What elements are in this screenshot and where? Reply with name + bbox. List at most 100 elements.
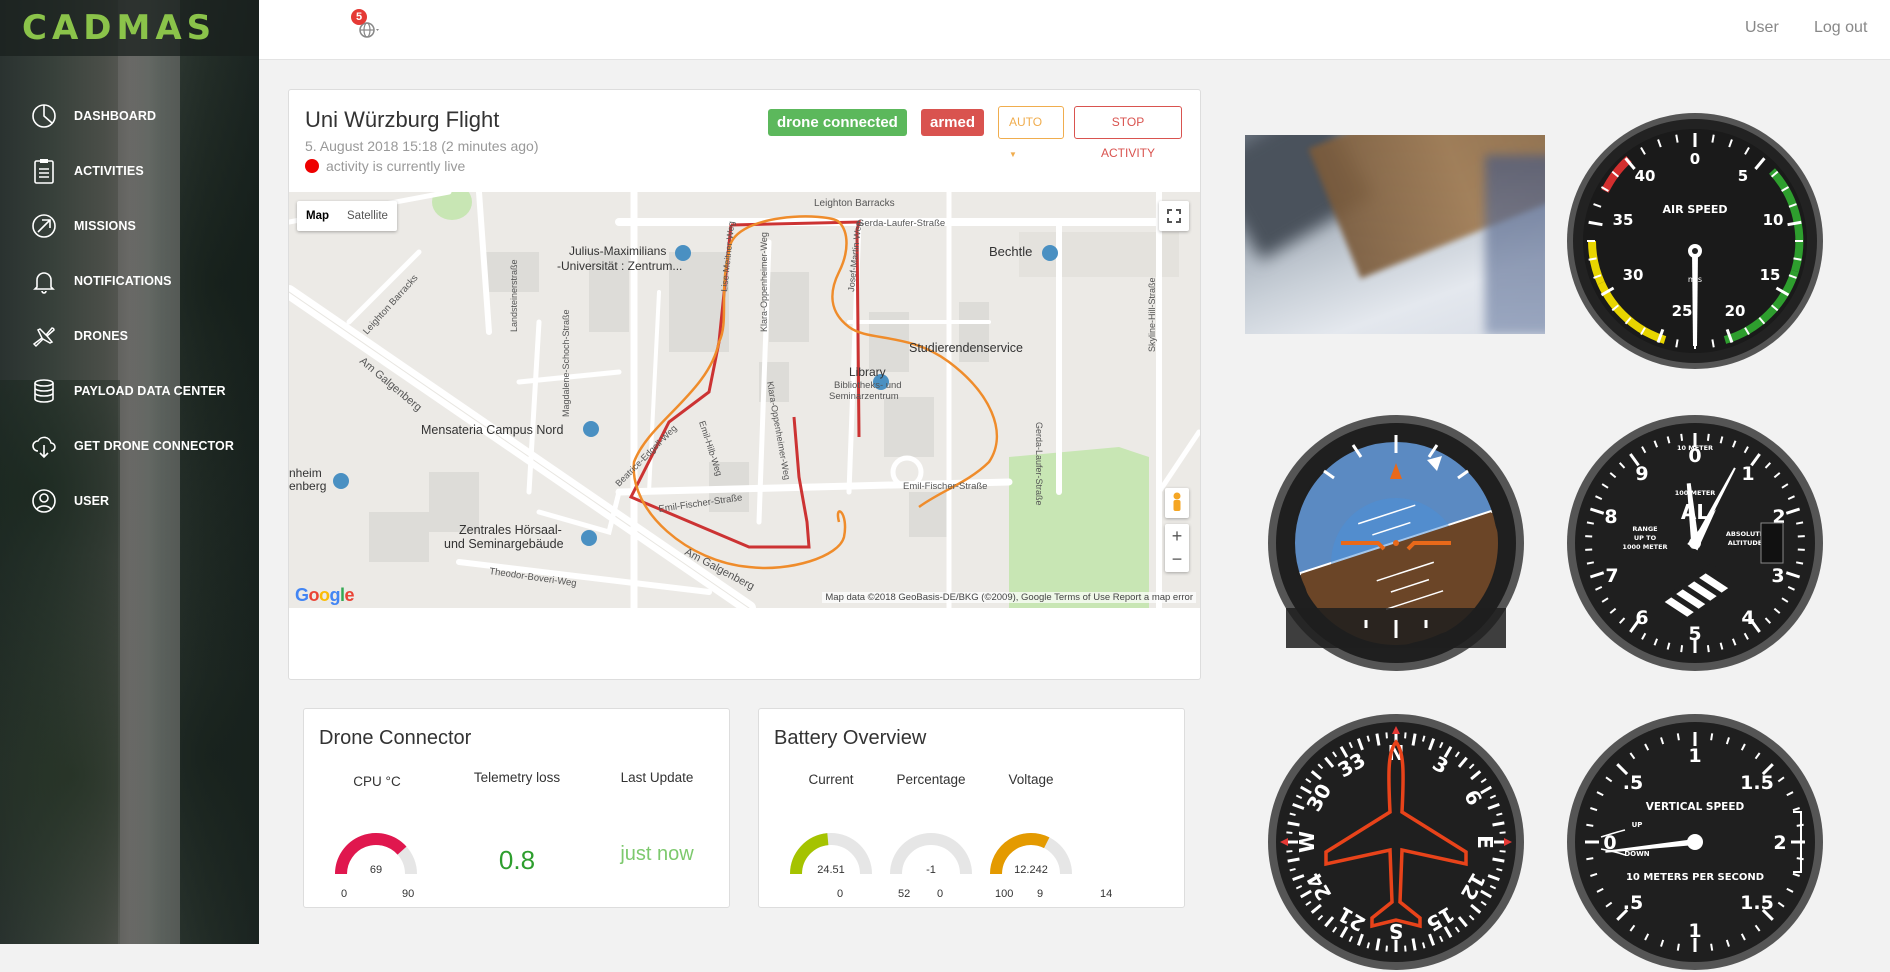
vario-tick-label: 2 [1773, 832, 1786, 854]
map-label: Klara-Oppenheimer-Weg [759, 232, 769, 332]
vario-title: VERTICAL SPEED [1646, 801, 1745, 813]
app-logo[interactable]: CADMAS [22, 8, 216, 48]
minor-tick [1586, 825, 1593, 826]
flight-date: 5. August 2018 15:18 (2 minutes ago) [305, 138, 539, 154]
sidebar-item-label: USER [74, 494, 109, 508]
map-label: Leighton Barracks [814, 198, 895, 209]
vertical-speed-indicator: 1 1.5 2 1.5 1 .5 0 .5 VERTICAL SPEED 10 … [1565, 712, 1825, 972]
minor-tick [1711, 944, 1712, 951]
minor-tick [1793, 258, 1801, 259]
sidebar-item-user[interactable]: USER [0, 473, 259, 528]
sidebar-item-label: GET DRONE CONNECTOR [74, 439, 234, 453]
sidebar-item-label: MISSIONS [74, 219, 136, 233]
vario-subtitle: 10 METERS PER SECOND [1626, 872, 1764, 883]
user-link[interactable]: User [1745, 19, 1779, 37]
battery-percentage-min: 0 [937, 888, 943, 900]
map-label: Julius-Maximilians [569, 244, 666, 258]
map-type-satellite-button[interactable]: Satellite [338, 201, 397, 231]
battery-voltage-gauge: 12.242 [988, 830, 1074, 880]
minor-tick [1708, 645, 1709, 652]
altimeter-label: 10 METER [1677, 444, 1713, 452]
vario-tick-label: 1 [1688, 920, 1701, 942]
mode-dropdown-button[interactable]: AUTO ▼ [998, 106, 1064, 139]
map-label: nheim [289, 466, 322, 480]
minor-tick [1708, 434, 1709, 441]
minor-tick [1711, 733, 1712, 740]
map-label: enberg [289, 479, 326, 493]
map-attribution[interactable]: Map data ©2018 GeoBasis-DE/BKG (©2009), … [822, 592, 1196, 603]
sidebar-item-dashboard[interactable]: DASHBOARD [0, 88, 259, 143]
caret-down-icon: ▼ [1009, 150, 1017, 159]
drone-connected-badge: drone connected [768, 109, 907, 136]
drone-video-feed[interactable] [1245, 135, 1545, 334]
altimeter-tick-label: 3 [1771, 565, 1784, 587]
minor-tick [1405, 732, 1406, 738]
minor-tick [1681, 434, 1682, 441]
altimeter-tick-label: 8 [1604, 506, 1617, 528]
battery-overview-title: Battery Overview [774, 727, 926, 750]
heading-tick-label: E [1473, 835, 1497, 849]
major-tick [1377, 734, 1379, 746]
altimeter-label: ALTITUDE [1728, 539, 1763, 547]
pie-chart-icon [30, 102, 58, 130]
telemetry-label: Telemetry loss [457, 770, 577, 785]
fullscreen-button[interactable] [1159, 201, 1189, 231]
sidebar-item-drones[interactable]: DRONES [0, 308, 259, 363]
sidebar-item-payload-data-center[interactable]: PAYLOAD DATA CENTER [0, 363, 259, 418]
major-tick [1493, 859, 1505, 861]
map-label: Josef-Martin-Weg [846, 221, 863, 293]
heading-indicator: N 3 6 E 12 15 S 21 24 W 30 33 [1266, 712, 1526, 972]
altimeter-tick-label: 7 [1605, 565, 1618, 587]
fullscreen-icon [1159, 201, 1189, 231]
altimeter: 0 1 2 3 4 5 6 7 8 9 10 METER 100 METER R… [1565, 413, 1825, 673]
airspeed-tick-label: 0 [1690, 150, 1700, 168]
telemetry-loss-value: 0.8 [497, 845, 537, 876]
major-tick [1413, 734, 1415, 746]
last-update-value: just now [607, 843, 707, 866]
zoom-out-button[interactable]: − [1165, 548, 1189, 572]
sidebar-item-activities[interactable]: ACTIVITIES [0, 143, 259, 198]
flight-map[interactable]: Leighton Barracks Gerda-Laufer-Straße Be… [289, 192, 1200, 608]
sidebar-item-label: PAYLOAD DATA CENTER [74, 384, 226, 398]
major-tick [1493, 823, 1505, 825]
heading-tick-label: W [1295, 831, 1319, 853]
stop-activity-button[interactable]: STOP ACTIVITY [1074, 106, 1182, 139]
sidebar-item-notifications[interactable]: NOTIFICATIONS [0, 253, 259, 308]
map-label: Gerda-Laufer-Straße [1034, 422, 1044, 506]
major-tick [1288, 823, 1300, 825]
zoom-in-button[interactable]: + [1165, 524, 1189, 548]
airspeed-tick-label: 5 [1738, 167, 1748, 185]
drone-connector-title: Drone Connector [319, 727, 471, 750]
minor-tick [1676, 339, 1677, 347]
mode-label: AUTO [1009, 115, 1042, 129]
logout-link[interactable]: Log out [1814, 19, 1867, 37]
cpu-min: 0 [341, 888, 347, 900]
top-bar: 5 User Log out [259, 0, 1890, 60]
map-label: Library [849, 365, 886, 379]
sidebar-item-missions[interactable]: MISSIONS [0, 198, 259, 253]
sidebar-nav: DASHBOARD ACTIVITIES MISSIONS NOTIFICATI… [0, 88, 259, 528]
minor-tick [1678, 944, 1679, 951]
minor-tick [1678, 733, 1679, 740]
airspeed-tick-label: 20 [1725, 302, 1746, 320]
minor-tick [1676, 135, 1677, 143]
vario-up-label: UP [1632, 821, 1643, 829]
map-type-map-button[interactable]: Map [297, 201, 338, 231]
altimeter-tick-label: 1 [1741, 463, 1754, 485]
street-view-pegman[interactable] [1165, 488, 1189, 518]
minor-tick [1796, 522, 1803, 523]
flight-panel: Uni Würzburg Flight 5. August 2018 15:18… [288, 89, 1201, 680]
minor-tick [1386, 946, 1387, 952]
minor-tick [1712, 339, 1713, 347]
database-icon [30, 377, 58, 405]
last-update-label: Last Update [597, 770, 717, 785]
airspeed-tick-label: 25 [1672, 302, 1693, 320]
map-label: -Universität : Zentrum... [557, 259, 682, 273]
minor-tick [1286, 851, 1292, 852]
google-logo: Google [295, 585, 354, 606]
minor-tick [1589, 258, 1597, 259]
sidebar-item-get-drone-connector[interactable]: GET DRONE CONNECTOR [0, 418, 259, 473]
vario-tick-label: 1 [1688, 745, 1701, 767]
armed-badge: armed [921, 109, 984, 136]
battery-voltage-label: Voltage [971, 772, 1091, 787]
